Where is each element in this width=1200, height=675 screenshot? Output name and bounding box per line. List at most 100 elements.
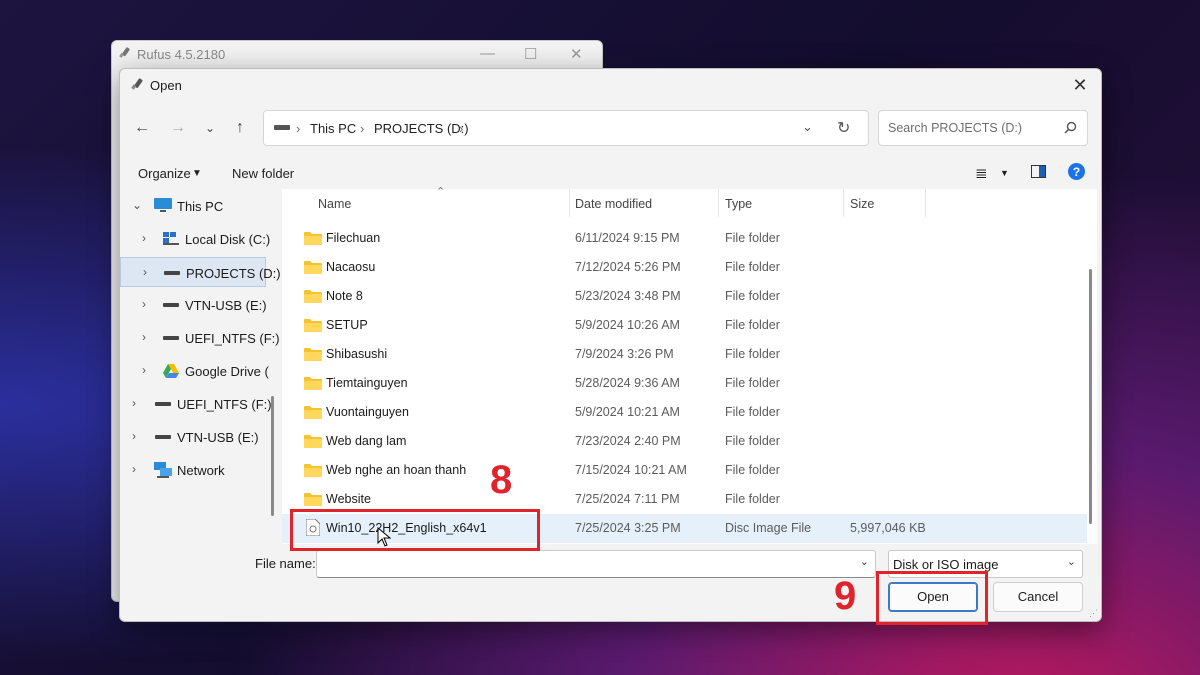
file-type: File folder	[725, 376, 780, 390]
cancel-button[interactable]: Cancel	[993, 582, 1083, 612]
organize-button[interactable]: Organize	[138, 166, 191, 181]
file-name: Vuontainguyen	[326, 405, 409, 419]
scrollbar-thumb[interactable]	[1089, 269, 1092, 524]
sort-up-icon: ⌃	[436, 186, 446, 198]
file-type: File folder	[725, 318, 780, 332]
dialog-title: Open	[150, 78, 182, 93]
open-dialog: Open ✕ ← → ⌄ ↑ › This PC › PROJECTS (D:)…	[119, 68, 1102, 622]
minimize-icon[interactable]: —	[480, 45, 495, 62]
breadcrumb-separator-icon: ›	[296, 121, 301, 136]
address-dropdown-icon[interactable]: ⌄	[802, 119, 813, 135]
file-name-input[interactable]: ⌄	[316, 550, 876, 578]
file-size: 5,997,046 KB	[850, 521, 926, 535]
column-header-name[interactable]: Name	[318, 197, 351, 211]
search-box[interactable]: Search PROJECTS (D:)	[878, 110, 1088, 146]
arrow-right-icon: →	[170, 119, 186, 136]
drive-icon	[163, 303, 179, 307]
file-type: File folder	[725, 463, 780, 477]
file-name: Tiemtainguyen	[326, 376, 408, 390]
address-bar[interactable]: › This PC › PROJECTS (D:) › ⌄ ↻	[263, 110, 869, 146]
file-row[interactable]: Vuontainguyen 5/9/2024 10:21 AM File fol…	[282, 398, 1087, 427]
file-row[interactable]: SETUP 5/9/2024 10:26 AM File folder	[282, 311, 1087, 340]
chevron-right-icon: ›	[142, 330, 146, 344]
file-name: Web nghe an hoan thanh	[326, 463, 467, 477]
nav-item-network[interactable]: › Network	[120, 455, 266, 485]
file-name: Website	[326, 492, 371, 506]
file-name: Shibasushi	[326, 347, 388, 361]
navigation-scrollbar[interactable]	[271, 196, 275, 526]
column-headers: ⌃ Name Date modified Type Size	[282, 186, 1087, 219]
folder-icon	[304, 319, 322, 332]
preview-pane-icon[interactable]	[1031, 165, 1046, 178]
file-name-label: File name:	[255, 556, 316, 571]
column-header-date[interactable]: Date modified	[575, 197, 652, 211]
nav-label: Network	[177, 463, 225, 478]
network-icon	[154, 462, 172, 478]
view-dropdown-icon[interactable]: ▼	[1000, 168, 1009, 178]
file-type: File folder	[725, 231, 780, 245]
arrow-left-icon: ←	[134, 119, 150, 136]
chevron-down-icon: ⌄	[132, 198, 143, 212]
recent-locations-button[interactable]: ⌄	[197, 117, 223, 139]
folder-icon	[304, 348, 322, 361]
breadcrumb-projects[interactable]: PROJECTS (D:)	[374, 121, 469, 136]
file-row[interactable]: Note 8 5/23/2024 3:48 PM File folder	[282, 282, 1087, 311]
column-divider[interactable]	[718, 189, 719, 217]
rufus-title: Rufus 4.5.2180	[137, 47, 226, 62]
nav-item-vtn-usb-e[interactable]: › VTN-USB (E:)	[120, 290, 267, 320]
chevron-right-icon: ›	[132, 462, 136, 476]
usb-icon	[131, 78, 143, 90]
back-button[interactable]: ←	[129, 117, 155, 139]
chevron-down-icon[interactable]: ⌄	[860, 555, 869, 568]
file-row[interactable]: Shibasushi 7/9/2024 3:26 PM File folder	[282, 340, 1087, 369]
help-icon[interactable]: ?	[1068, 163, 1085, 180]
view-menu-icon[interactable]: ≣	[975, 164, 988, 182]
nav-item-projects-d[interactable]: › PROJECTS (D:)	[120, 257, 281, 287]
step9-number: 9	[834, 574, 857, 618]
column-header-size[interactable]: Size	[850, 197, 874, 211]
file-name: SETUP	[326, 318, 368, 332]
new-folder-button[interactable]: New folder	[232, 166, 294, 181]
breadcrumb-this-pc[interactable]: This PC	[310, 121, 356, 136]
drive-icon	[163, 336, 179, 340]
file-list-scrollbar[interactable]	[1089, 269, 1093, 529]
up-button[interactable]: ↑	[227, 117, 253, 139]
chevron-right-icon: ›	[142, 297, 146, 311]
file-row[interactable]: Web dang lam 7/23/2024 2:40 PM File fold…	[282, 427, 1087, 456]
google-drive-icon	[163, 364, 179, 378]
close-icon: ✕	[1072, 75, 1088, 95]
nav-item-this-pc[interactable]: ⌄ This PC	[120, 191, 266, 221]
mouse-cursor-icon	[377, 527, 391, 547]
drive-icon	[155, 402, 171, 406]
file-type: Disc Image File	[725, 521, 812, 535]
windows-drive-icon	[163, 232, 179, 245]
forward-button[interactable]: →	[165, 117, 191, 139]
nav-item-vtn-usb-e-2[interactable]: › VTN-USB (E:)	[120, 422, 266, 452]
column-header-type[interactable]: Type	[725, 197, 752, 211]
nav-item-uefi-ntfs-f-2[interactable]: › UEFI_NTFS (F:)	[120, 389, 272, 419]
resize-grip-icon[interactable]: ⋰	[1089, 608, 1098, 619]
computer-icon	[154, 198, 172, 212]
nav-label: UEFI_NTFS (F:)	[177, 397, 272, 412]
search-input[interactable]: Search PROJECTS (D:)	[888, 121, 1022, 135]
nav-item-local-disk-c[interactable]: › Local Disk (C:)	[120, 224, 270, 254]
dialog-close-button[interactable]: ✕	[1067, 73, 1093, 97]
file-row[interactable]: Web nghe an hoan thanh 7/15/2024 10:21 A…	[282, 456, 1087, 485]
dialog-title-bar: Open ✕	[120, 69, 1101, 101]
scrollbar-thumb[interactable]	[271, 396, 274, 516]
nav-item-google-drive[interactable]: › Google Drive (	[120, 356, 269, 386]
nav-item-uefi-ntfs-f[interactable]: › UEFI_NTFS (F:)	[120, 323, 280, 353]
column-divider[interactable]	[569, 189, 570, 217]
nav-label: PROJECTS (D:)	[186, 266, 281, 281]
file-date: 7/25/2024 3:25 PM	[575, 521, 681, 535]
maximize-icon[interactable]: ☐	[524, 45, 537, 63]
file-row[interactable]: Nacaosu 7/12/2024 5:26 PM File folder	[282, 253, 1087, 282]
file-row[interactable]: Tiemtainguyen 5/28/2024 9:36 AM File fol…	[282, 369, 1087, 398]
column-divider[interactable]	[843, 189, 844, 217]
column-divider[interactable]	[925, 189, 926, 217]
close-icon[interactable]: ✕	[570, 45, 583, 63]
nav-label: Google Drive (	[185, 364, 269, 379]
file-row[interactable]: Filechuan 6/11/2024 9:15 PM File folder	[282, 224, 1087, 253]
refresh-icon[interactable]: ↻	[837, 118, 850, 138]
file-date: 5/9/2024 10:21 AM	[575, 405, 680, 419]
